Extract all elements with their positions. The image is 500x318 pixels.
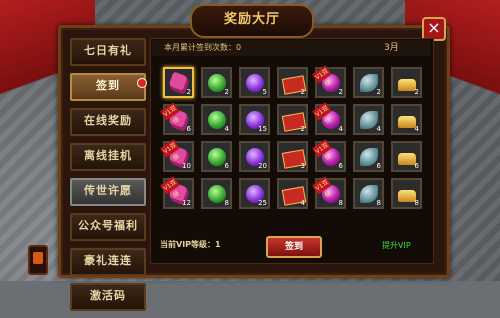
menu-item-online-reward[interactable]: 在线奖励 xyxy=(70,108,146,136)
item-quantity: 25 xyxy=(258,199,267,207)
reward-slot[interactable]: 15 xyxy=(239,104,270,135)
item-quantity: 4 xyxy=(414,125,419,133)
item-quantity: 2 xyxy=(224,88,229,96)
item-quantity: 8 xyxy=(338,199,343,207)
item-quantity: 12 xyxy=(182,199,191,207)
monthly-count-bar: 本月累计签到次数：0 3月 xyxy=(152,40,430,56)
item-quantity: 4 xyxy=(338,125,343,133)
reward-slot[interactable]: 4 xyxy=(353,104,384,135)
menu-item-activation-code[interactable]: 激活码 xyxy=(70,283,146,311)
vip-double-badge: V1双倍 xyxy=(312,139,333,162)
green-gem-icon xyxy=(208,111,226,129)
item-quantity: 8 xyxy=(376,199,381,207)
reward-slot[interactable]: 2 xyxy=(277,67,308,98)
reward-slot[interactable]: 2 xyxy=(353,67,384,98)
lantern-icon xyxy=(28,245,48,275)
reward-slot[interactable]: V1双倍 10 xyxy=(160,139,194,172)
reward-slot[interactable]: V1双倍 6 xyxy=(312,139,346,172)
jade-token-icon xyxy=(360,74,378,92)
reward-slot[interactable]: V1双倍 2 xyxy=(312,65,346,98)
menu-item-wish[interactable]: 传世许愿 xyxy=(70,178,146,206)
green-gem-icon xyxy=(208,185,226,203)
reward-slot[interactable]: 6 xyxy=(391,141,422,172)
monthly-count-label: 本月累计签到次数：0 xyxy=(164,43,242,52)
item-quantity: 6 xyxy=(186,125,191,133)
item-quantity: 3 xyxy=(300,162,305,170)
jade-token-icon xyxy=(360,148,378,166)
vip-double-badge: V1双倍 xyxy=(160,102,181,125)
window-title: 奖励大厅 xyxy=(190,4,314,38)
menu-item-seven-day[interactable]: 七日有礼 xyxy=(70,38,146,66)
item-quantity: 4 xyxy=(376,125,381,133)
item-quantity: 2 xyxy=(414,88,419,96)
item-quantity: 2 xyxy=(300,125,305,133)
green-gem-icon xyxy=(208,74,226,92)
item-quantity: 8 xyxy=(414,199,419,207)
purple-orb-icon xyxy=(246,74,264,92)
reward-slot[interactable]: 4 xyxy=(391,104,422,135)
gold-ingot-icon xyxy=(398,116,416,128)
reward-slot[interactable]: 4 xyxy=(277,178,308,209)
reward-slot[interactable]: 6 xyxy=(353,141,384,172)
vip-double-badge: V1双倍 xyxy=(312,102,333,125)
vip-double-badge: V1双倍 xyxy=(160,176,181,199)
reward-row: V1双倍 6 4 15 2 V1双倍 4 4 4 xyxy=(160,102,425,135)
vip-double-badge: V1双倍 xyxy=(160,139,181,162)
reward-slot[interactable]: 20 xyxy=(239,141,270,172)
sign-in-button[interactable]: 签到 xyxy=(266,236,322,258)
item-quantity: 20 xyxy=(258,162,267,170)
item-quantity: 2 xyxy=(376,88,381,96)
reward-slot[interactable]: 8 xyxy=(353,178,384,209)
reward-slot[interactable]: 2 xyxy=(391,67,422,98)
reward-slot[interactable]: 6 xyxy=(201,141,232,172)
reward-grid: 2 2 5 2 V1双倍 2 2 2 V1双倍 6 4 15 2 V1双倍 4 4 4 V1双倍 10 6 20 3 V1双… xyxy=(160,65,425,215)
item-quantity: 8 xyxy=(224,199,229,207)
item-quantity: 2 xyxy=(338,88,343,96)
jade-token-icon xyxy=(360,185,378,203)
reward-slot[interactable]: V1双倍 6 xyxy=(160,102,194,135)
gold-ingot-icon xyxy=(398,190,416,202)
item-quantity: 10 xyxy=(182,162,191,170)
reward-slot[interactable]: 2 xyxy=(201,67,232,98)
reward-slot[interactable]: 4 xyxy=(201,104,232,135)
menu-item-gift-series[interactable]: 豪礼连连 xyxy=(70,248,146,276)
gold-ingot-icon xyxy=(398,153,416,165)
reward-slot[interactable]: 8 xyxy=(391,178,422,209)
reward-row: V1双倍 10 6 20 3 V1双倍 6 6 6 xyxy=(160,139,425,172)
vip-double-badge: V1双倍 xyxy=(312,65,333,88)
jade-token-icon xyxy=(360,111,378,129)
menu-item-sign-in[interactable]: 签到 xyxy=(70,73,147,101)
reward-slot[interactable]: V1双倍 8 xyxy=(312,176,346,209)
reward-row: V1双倍 12 8 25 4 V1双倍 8 8 8 xyxy=(160,176,425,209)
reward-slot[interactable]: 5 xyxy=(239,67,270,98)
vip-level-label: 当前VIP等级：1 xyxy=(160,240,221,249)
item-quantity: 15 xyxy=(258,125,267,133)
upgrade-vip-link[interactable]: 提升VIP xyxy=(382,240,411,251)
reward-slot[interactable]: 3 xyxy=(277,141,308,172)
reward-row: 2 2 5 2 V1双倍 2 2 2 xyxy=(163,65,425,98)
menu-item-offline-idle[interactable]: 离线挂机 xyxy=(70,143,146,171)
reward-slot[interactable]: 2 xyxy=(277,104,308,135)
reward-slot[interactable]: 25 xyxy=(239,178,270,209)
item-quantity: 4 xyxy=(224,125,229,133)
reward-slot[interactable]: 2 xyxy=(163,67,194,98)
reward-slot[interactable]: 8 xyxy=(201,178,232,209)
green-gem-icon xyxy=(208,148,226,166)
gold-ingot-icon xyxy=(398,79,416,91)
item-quantity: 2 xyxy=(300,88,305,96)
reward-slot[interactable]: V1双倍 4 xyxy=(312,102,346,135)
side-menu: 七日有礼 签到 在线奖励 离线挂机 传世许愿 公众号福利 豪礼连连 激活码 xyxy=(70,38,147,318)
menu-item-official-account[interactable]: 公众号福利 xyxy=(70,213,146,241)
item-quantity: 6 xyxy=(338,162,343,170)
item-quantity: 6 xyxy=(224,162,229,170)
item-quantity: 2 xyxy=(186,88,191,96)
item-quantity: 4 xyxy=(300,199,305,207)
item-quantity: 6 xyxy=(414,162,419,170)
item-quantity: 6 xyxy=(376,162,381,170)
vip-double-badge: V1双倍 xyxy=(312,176,333,199)
reward-slot[interactable]: V1双倍 12 xyxy=(160,176,194,209)
item-quantity: 5 xyxy=(262,88,267,96)
month-label: 3月 xyxy=(384,43,399,53)
